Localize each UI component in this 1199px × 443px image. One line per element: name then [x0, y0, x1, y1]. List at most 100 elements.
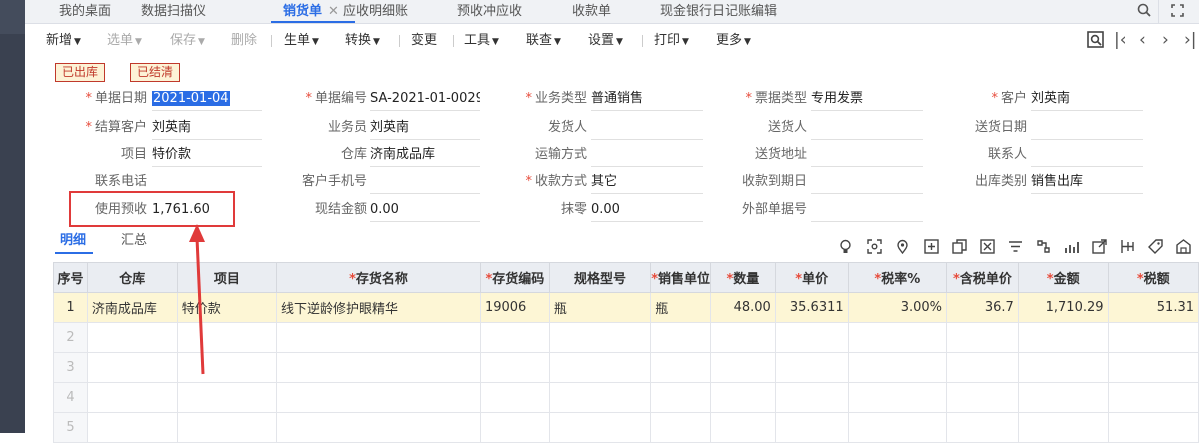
- cell[interactable]: [86, 412, 178, 443]
- location-pin-icon[interactable]: [894, 239, 910, 255]
- new-button[interactable]: 新增 ▼: [46, 24, 81, 57]
- cell[interactable]: [276, 352, 481, 383]
- cell-project[interactable]: 特价款: [176, 292, 278, 323]
- table-row[interactable]: 3: [53, 352, 1199, 383]
- payment-due-field[interactable]: [811, 171, 923, 194]
- delivery-addr-field[interactable]: [811, 144, 923, 167]
- col-header-warehouse[interactable]: 仓库: [86, 262, 178, 293]
- cell[interactable]: [650, 382, 712, 413]
- col-header-price[interactable]: *单价: [774, 262, 849, 293]
- split-icon[interactable]: [1035, 239, 1051, 255]
- cell[interactable]: [479, 382, 550, 413]
- tab-sales-order[interactable]: 销货单 ✕: [283, 0, 339, 23]
- cell[interactable]: [650, 322, 712, 353]
- convert-button[interactable]: 转换 ▼: [345, 24, 380, 57]
- previous-record-icon[interactable]: ‹: [1139, 24, 1146, 57]
- cell[interactable]: [946, 352, 1019, 383]
- cell[interactable]: [774, 322, 849, 353]
- cell[interactable]: [710, 412, 776, 443]
- cell[interactable]: [774, 352, 849, 383]
- tag-icon[interactable]: [1147, 239, 1163, 255]
- tab-detail[interactable]: 明细: [60, 230, 86, 252]
- generate-order-button[interactable]: 生单 ▼: [284, 24, 319, 57]
- cell[interactable]: [276, 382, 481, 413]
- cell[interactable]: [1107, 412, 1199, 443]
- warehouse-icon[interactable]: [1175, 239, 1191, 255]
- delivery-date-field[interactable]: [1031, 117, 1143, 140]
- more-button[interactable]: 更多 ▼: [716, 24, 751, 57]
- scan-icon[interactable]: [866, 239, 882, 255]
- cell[interactable]: [176, 382, 278, 413]
- cell[interactable]: [1017, 382, 1109, 413]
- print-button[interactable]: 打印 ▼: [654, 24, 689, 57]
- cell[interactable]: [774, 382, 849, 413]
- external-no-field[interactable]: [811, 199, 923, 222]
- cell-tax-rate[interactable]: 3.00%: [847, 292, 948, 323]
- table-row[interactable]: 4: [53, 382, 1199, 413]
- cell[interactable]: [847, 382, 948, 413]
- col-header-tax-incl-price[interactable]: *含税单价: [946, 262, 1019, 293]
- cell[interactable]: [548, 322, 652, 353]
- cell[interactable]: [710, 352, 776, 383]
- cell-tax-amount[interactable]: 51.31: [1107, 292, 1199, 323]
- cell-price[interactable]: 35.6311: [774, 292, 849, 323]
- cell[interactable]: [86, 322, 178, 353]
- cell[interactable]: [548, 382, 652, 413]
- cell[interactable]: [479, 322, 550, 353]
- biz-type-field[interactable]: 普通销售: [591, 88, 703, 111]
- writeoff-field[interactable]: 0.00: [591, 199, 703, 222]
- cell-amount[interactable]: 1,710.29: [1017, 292, 1109, 323]
- filter-icon[interactable]: [1007, 239, 1023, 255]
- tab-my-desktop[interactable]: 我的桌面: [59, 0, 111, 23]
- delete-row-icon[interactable]: [979, 239, 995, 255]
- cell[interactable]: [86, 352, 178, 383]
- tools-button[interactable]: 工具 ▼: [464, 24, 499, 57]
- cell[interactable]: [946, 382, 1019, 413]
- linked-query-button[interactable]: 联查 ▼: [526, 24, 561, 57]
- cell[interactable]: [1107, 352, 1199, 383]
- col-header-tax-rate[interactable]: *税率%: [847, 262, 948, 293]
- cell[interactable]: [176, 412, 278, 443]
- doc-date-field[interactable]: 2021-01-04: [152, 88, 262, 111]
- tab-prepaid-offset[interactable]: 预收冲应收: [457, 0, 522, 23]
- cell[interactable]: [946, 322, 1019, 353]
- cell[interactable]: [548, 412, 652, 443]
- cash-settle-field[interactable]: 0.00: [370, 199, 480, 222]
- cell-item-code[interactable]: 19006: [479, 292, 550, 323]
- cell[interactable]: [710, 382, 776, 413]
- chart-icon[interactable]: [1063, 239, 1079, 255]
- col-header-spec[interactable]: 规格型号: [548, 262, 652, 293]
- cell-qty[interactable]: 48.00: [710, 292, 776, 323]
- settings-button[interactable]: 设置 ▼: [588, 24, 623, 57]
- cell[interactable]: [710, 322, 776, 353]
- cell[interactable]: [847, 322, 948, 353]
- cell[interactable]: [774, 412, 849, 443]
- cell[interactable]: [176, 352, 278, 383]
- columns-icon[interactable]: [1119, 239, 1135, 255]
- cell[interactable]: [847, 412, 948, 443]
- col-header-unit[interactable]: *销售单位: [650, 262, 712, 293]
- first-record-icon[interactable]: |‹: [1114, 24, 1127, 57]
- cell-warehouse[interactable]: 济南成品库: [86, 292, 178, 323]
- cell-item-name[interactable]: 线下逆龄修护眼精华: [276, 292, 481, 323]
- contact-phone-field[interactable]: [152, 171, 262, 193]
- lightbulb-icon[interactable]: [837, 239, 853, 255]
- table-row[interactable]: 1 济南成品库 特价款 线下逆龄修护眼精华 19006 瓶 瓶 48.00 35…: [53, 292, 1199, 323]
- save-button[interactable]: 保存 ▼: [170, 24, 205, 57]
- cell[interactable]: [479, 412, 550, 443]
- last-record-icon[interactable]: ›|: [1184, 24, 1197, 57]
- next-record-icon[interactable]: ›: [1162, 24, 1169, 57]
- cell[interactable]: [276, 412, 481, 443]
- cell[interactable]: [1107, 382, 1199, 413]
- cell[interactable]: [650, 412, 712, 443]
- settle-customer-field[interactable]: 刘英南: [152, 117, 262, 140]
- project-field[interactable]: 特价款: [152, 144, 262, 167]
- outbound-type-field[interactable]: 销售出库: [1031, 171, 1143, 194]
- cell[interactable]: [946, 412, 1019, 443]
- cell[interactable]: [176, 322, 278, 353]
- search-icon[interactable]: [1137, 0, 1151, 23]
- customer-field[interactable]: 刘英南: [1031, 88, 1143, 111]
- col-header-seq[interactable]: 序号: [53, 262, 88, 293]
- tab-cash-bank-journal[interactable]: 现金银行日记账编辑: [660, 0, 777, 23]
- deliverer-field[interactable]: [811, 117, 923, 140]
